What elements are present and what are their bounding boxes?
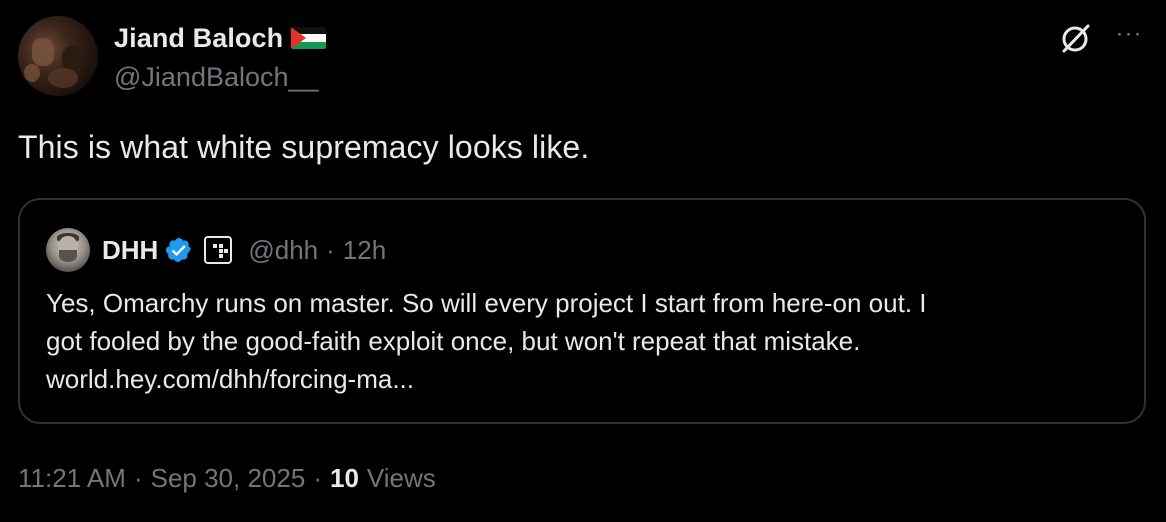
quoted-tweet[interactable]: DHH @dhh · 12h Yes, Omarchy runs on mast… <box>18 198 1146 424</box>
views-label: Views <box>366 462 436 493</box>
verified-badge-icon <box>165 236 193 264</box>
author-name-row: Jiand Baloch <box>114 20 327 56</box>
quoted-display-name[interactable]: DHH <box>102 235 158 266</box>
meta-separator: · <box>313 462 322 493</box>
views-count: 10 <box>329 462 359 493</box>
meta-separator: · <box>133 462 143 493</box>
author-display-name[interactable]: Jiand Baloch <box>114 23 283 54</box>
quoted-text-line: Yes, Omarchy runs on master. So will eve… <box>46 288 927 318</box>
quoted-header: DHH @dhh · 12h <box>102 232 386 268</box>
quoted-handle[interactable]: @dhh <box>248 235 318 266</box>
quoted-text-line: got fooled by the good-faith exploit onc… <box>46 326 861 356</box>
more-icon[interactable]: ··· <box>1114 22 1144 52</box>
author-avatar[interactable] <box>18 16 98 96</box>
author-handle[interactable]: @JiandBaloch__ <box>114 62 319 93</box>
quoted-link[interactable]: world.hey.com/dhh/forcing-ma... <box>46 360 1126 398</box>
quoted-time[interactable]: 12h <box>343 235 386 266</box>
grok-icon[interactable] <box>1058 20 1094 56</box>
post-date[interactable]: Sep 30, 2025 <box>151 463 306 494</box>
quoted-separator: · <box>326 234 335 265</box>
tweet: Jiand Baloch @JiandBaloch__ ··· This is … <box>0 0 1166 522</box>
tweet-text: This is what white supremacy looks like. <box>18 129 590 165</box>
quoted-author-avatar[interactable] <box>46 228 90 272</box>
tweet-meta: 11:21 AM · Sep 30, 2025 · 10 Views <box>18 460 436 496</box>
affiliate-badge-icon <box>204 236 233 264</box>
quoted-text: Yes, Omarchy runs on master. So will eve… <box>46 284 1126 398</box>
post-time[interactable]: 11:21 AM <box>18 463 126 494</box>
palestine-flag-icon <box>291 27 327 49</box>
